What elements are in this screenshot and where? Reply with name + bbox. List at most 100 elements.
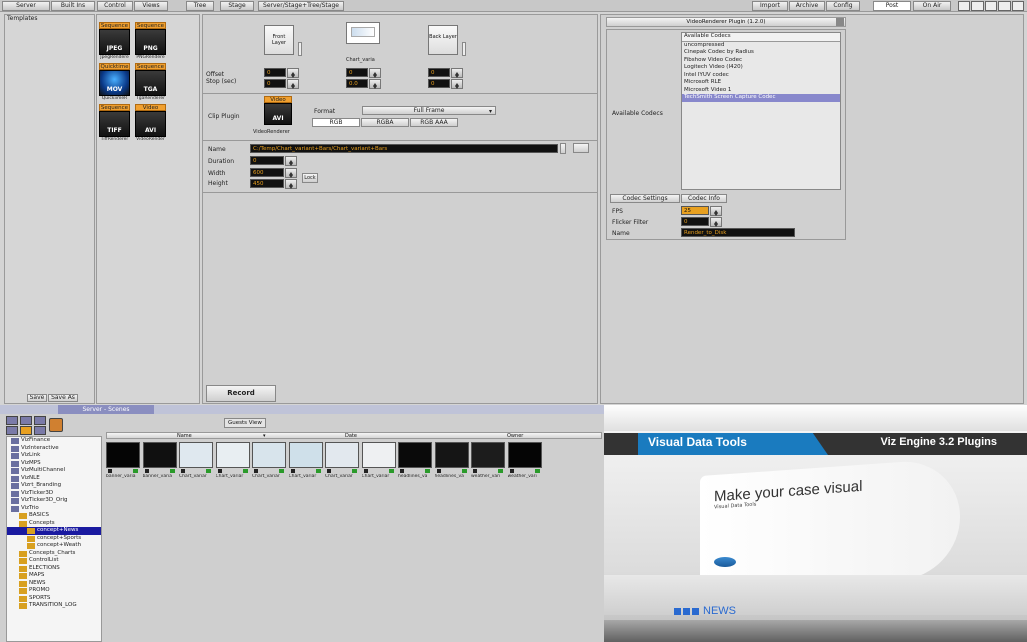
layout-icon[interactable] [998, 1, 1011, 11]
scene-thumbnail[interactable]: headlines_va [398, 442, 432, 483]
front-layer-slider[interactable] [298, 42, 302, 56]
tree-folder-item[interactable]: MAPS [7, 572, 101, 580]
scene-thumbnail[interactable]: Chart_variar [361, 442, 396, 483]
renderer-template-avi[interactable]: Video AVI VideoRender [135, 104, 166, 146]
toolbar-tree[interactable]: Tree [186, 1, 214, 11]
scene-thumbnail[interactable]: banner_varia [106, 442, 140, 483]
tree-folder-item[interactable]: concept+Sports [7, 535, 101, 543]
tree-icon[interactable] [6, 426, 18, 435]
flicker-spinner[interactable] [710, 217, 722, 227]
scene-thumbnail[interactable]: banner_varia [142, 442, 177, 483]
scene-thumbnail[interactable]: Chart_variar [179, 442, 213, 483]
front-stop-field[interactable]: 0 [264, 79, 286, 88]
scene-thumbnail[interactable]: Chart_variar [288, 442, 323, 483]
tree-folder-item[interactable]: TRANSITION_LOG [7, 602, 101, 610]
tree-folder-item[interactable]: ControlList [7, 557, 101, 565]
scene-thumbnail[interactable]: weather_vari [507, 442, 542, 483]
front-offset-field[interactable]: 0 [264, 68, 286, 77]
col-owner[interactable]: Owner [507, 433, 523, 439]
tree-folder-item[interactable]: VizFinance [7, 437, 101, 445]
toolbar-post[interactable]: Post [873, 1, 911, 11]
tree-folder-item[interactable]: NEWS [7, 580, 101, 588]
chart-stop-spinner[interactable] [369, 79, 381, 89]
tree-folder-item[interactable]: concept+Weath [7, 542, 101, 550]
layout-icon[interactable] [1011, 1, 1025, 11]
back-offset-spinner[interactable] [451, 68, 463, 78]
mode-rgb-button[interactable]: RGB [312, 118, 360, 127]
tree-folder-item[interactable]: BASICS [7, 512, 101, 520]
col-name[interactable]: Name [177, 433, 192, 439]
tree-folder-item[interactable]: Concepts_Charts [7, 550, 101, 558]
codec-item[interactable]: Microsoft RLE [682, 79, 840, 87]
layout-icon[interactable] [984, 1, 998, 11]
tree-icon[interactable] [20, 426, 32, 435]
codec-info-button[interactable]: Codec Info [681, 194, 727, 203]
output-path-field[interactable]: C:/Temp/Chart_variant+Bars/Chart_variant… [250, 144, 558, 153]
back-layer-slider[interactable] [462, 42, 466, 56]
duration-spinner[interactable] [285, 156, 297, 166]
scene-thumbnail[interactable]: headlines_va [434, 442, 469, 483]
renderer-template-mov[interactable]: Quicktime MOV QuickiimeR [99, 63, 130, 105]
clip-plugin-icon[interactable]: Video AVI [264, 96, 292, 128]
toolbar-control[interactable]: Control [97, 1, 133, 11]
toolbar-layout[interactable]: Server/Stage+Tree/Stage [258, 1, 344, 11]
tree-folder-item[interactable]: VizTicker3D [7, 490, 101, 498]
tree-folder-item[interactable]: VizTrio [7, 505, 101, 513]
toolbar-builtins[interactable]: Built Ins [51, 1, 95, 11]
tree-folder-item[interactable]: PROMO [7, 587, 101, 595]
guests-view-button[interactable]: Guests View [224, 418, 266, 428]
sort-down-icon[interactable]: ▾ [263, 433, 266, 439]
path-slider[interactable] [560, 143, 566, 154]
tree-folder-item[interactable]: VizLink [7, 452, 101, 460]
plugin-name-field[interactable]: Render_to_Disk [681, 228, 795, 237]
renderer-template-jpeg[interactable]: Sequence JPEG JpegRendere [99, 22, 130, 64]
format-select[interactable]: Full Frame ▾ [362, 106, 496, 115]
scenes-tab[interactable]: Server - Scenes [58, 405, 154, 414]
fps-field[interactable]: 25 [681, 206, 709, 215]
width-field[interactable]: 600 [250, 168, 284, 177]
chart-offset-spinner[interactable] [369, 68, 381, 78]
back-offset-field[interactable]: 0 [428, 68, 450, 77]
layout-icon[interactable] [971, 1, 984, 11]
tree-folder-item[interactable]: VizMultiChannel [7, 467, 101, 475]
codec-settings-button[interactable]: Codec Settings [610, 194, 680, 203]
toolbar-server[interactable]: Server [2, 1, 50, 11]
col-date[interactable]: Date [345, 433, 357, 439]
scene-thumbnail[interactable]: Chart_variar [215, 442, 250, 483]
codec-item[interactable]: Intel IYUV codec [682, 72, 840, 80]
tree-folder-item[interactable]: Vizrt_Branding [7, 482, 101, 490]
chart-stop-field[interactable]: 0.0 [346, 79, 368, 88]
tree-folder-item[interactable]: VizNLE [7, 475, 101, 483]
scene-thumbnail[interactable]: weather_vari [471, 442, 505, 483]
front-layer-box[interactable]: Front Layer [264, 25, 294, 55]
height-spinner[interactable] [285, 179, 297, 189]
toolbar-archive[interactable]: Archive [789, 1, 825, 11]
mode-rgba-button[interactable]: RGBA [361, 118, 409, 127]
tree-folder-item[interactable]: Concepts [7, 520, 101, 528]
codec-list[interactable]: Available Codecs uncompressed Cinepak Cod… [681, 32, 841, 190]
fps-spinner[interactable] [710, 206, 722, 216]
layout-icons[interactable] [958, 1, 1025, 11]
toolbar-stage[interactable]: Stage [220, 1, 254, 11]
renderer-template-tiff[interactable]: Sequence TIFF TiffRenderer [99, 104, 130, 146]
renderer-template-tga[interactable]: Sequence TGA TgaRenderer [135, 63, 166, 105]
tree-folder-item[interactable]: VizInteractive [7, 445, 101, 453]
chart-layer-box[interactable] [346, 22, 380, 44]
scene-thumbnail[interactable]: Chart_variar [325, 442, 359, 483]
codec-item[interactable]: Fibshow Video Codec [682, 57, 840, 65]
codec-item[interactable]: uncompressed [682, 42, 840, 50]
plugin-header-arrow[interactable] [836, 18, 844, 26]
duration-field[interactable]: 0 [250, 156, 284, 165]
codec-item[interactable]: TechSmith Screen Capture Codec [682, 94, 840, 102]
toolbar-onair[interactable]: On Air [913, 1, 951, 11]
flicker-field[interactable]: 0 [681, 217, 709, 226]
front-stop-spinner[interactable] [287, 79, 299, 89]
tree-icon[interactable] [20, 416, 32, 425]
tree-icon[interactable] [34, 426, 46, 435]
layout-icon[interactable] [958, 1, 971, 11]
chart-offset-field[interactable]: 0 [346, 68, 368, 77]
lock-button[interactable]: Lock [302, 173, 318, 183]
scene-thumbnail[interactable]: Chart_variar [252, 442, 286, 483]
codec-item[interactable]: Logitech Video (I420) [682, 64, 840, 72]
back-stop-field[interactable]: 0 [428, 79, 450, 88]
